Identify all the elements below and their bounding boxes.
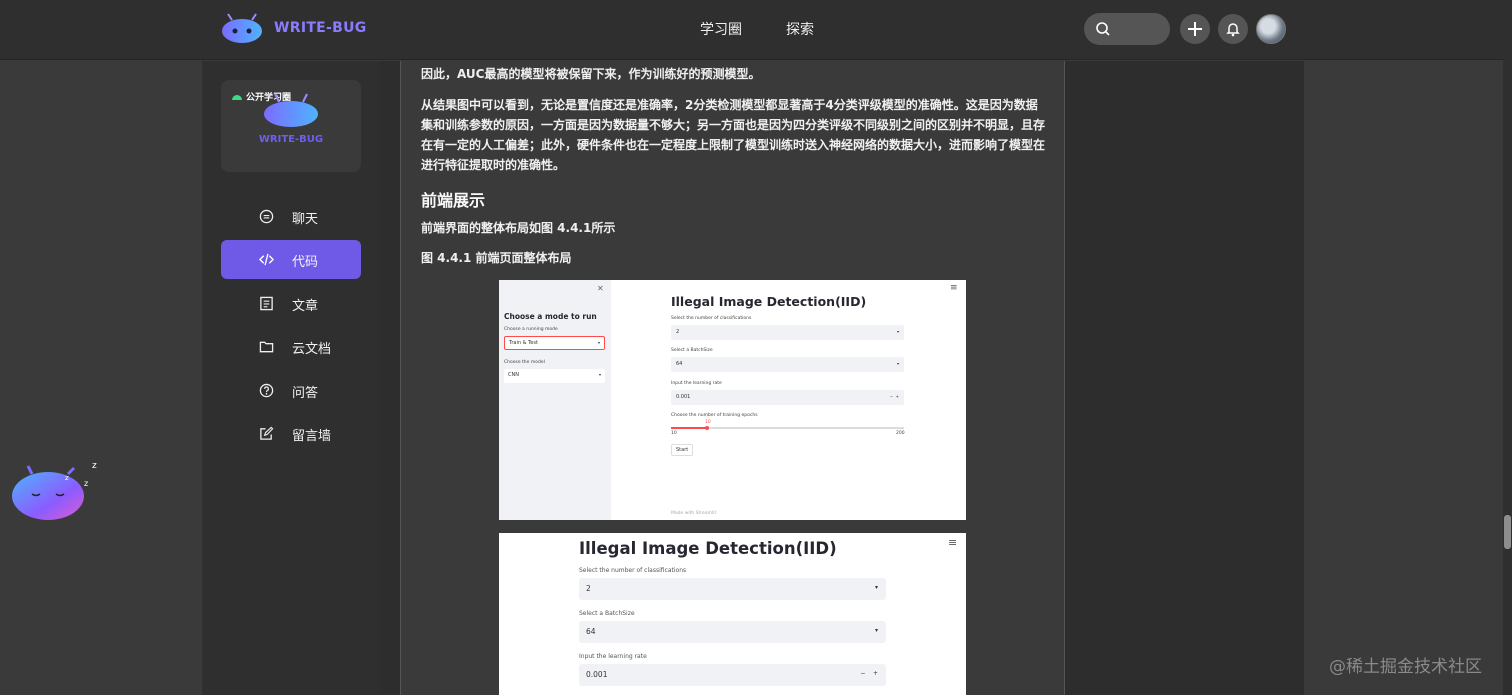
folder-icon xyxy=(259,341,274,353)
section-heading: 前端展示 xyxy=(421,191,486,210)
chat-icon xyxy=(259,209,274,224)
logo-text: WRITE-BUG xyxy=(274,20,367,36)
class-label: Select the number of classifications xyxy=(671,316,752,321)
add-button[interactable] xyxy=(1180,14,1210,44)
sidebar-item-code[interactable]: 代码 xyxy=(221,240,361,280)
batch-select-value: 64 xyxy=(676,361,683,367)
lr-label: Input the learning rate xyxy=(579,653,647,660)
sleeping-mascot-icon[interactable]: z z z xyxy=(10,456,105,526)
svg-text:z: z xyxy=(65,474,69,482)
figure-image-2: ≡ Illegal Image Detection(IID) Select th… xyxy=(499,533,966,695)
chevron-down-icon: ▾ xyxy=(896,329,899,334)
figure-image-1: ✕ Choose a mode to run Choose a running … xyxy=(499,280,966,520)
stepper-icon: − + xyxy=(860,670,878,677)
close-icon: ✕ xyxy=(597,284,604,293)
watermark: @稀土掘金技术社区 xyxy=(1329,657,1482,677)
nav-explore[interactable]: 探索 xyxy=(786,19,814,39)
epoch-label: Choose the number of training epochs xyxy=(671,413,758,418)
lr-input: 0.001 − + xyxy=(579,664,886,686)
epoch-value: 10 xyxy=(705,420,711,425)
sidebar-title: Choose a mode to run xyxy=(504,312,597,321)
sidebar-item-cloud-docs[interactable]: 云文档 xyxy=(221,327,361,366)
edit-icon xyxy=(260,426,274,440)
batch-select: 64 ▾ xyxy=(579,621,886,643)
chevron-down-icon: ▾ xyxy=(597,340,600,345)
mascot-icon xyxy=(264,93,318,127)
model-select: CNN ▾ xyxy=(504,369,605,383)
epoch-slider-fill xyxy=(671,427,707,429)
stepper-icon: − + xyxy=(889,394,899,399)
sidebar-item-label: 问答 xyxy=(292,385,319,401)
article-content: 因此，AUC最高的模型将被保留下来，作为训练好的预测模型。 从结果图中可以看到，… xyxy=(400,61,1065,695)
lr-input-value: 0.001 xyxy=(676,394,691,400)
batch-select-value: 64 xyxy=(586,627,596,636)
android-icon xyxy=(232,95,242,100)
epoch-slider-knob xyxy=(705,426,709,430)
sidebar-item-qa[interactable]: 问答 xyxy=(221,371,361,410)
sidebar-item-chat[interactable]: 聊天 xyxy=(221,197,361,236)
nav-learning-circle[interactable]: 学习圈 xyxy=(700,19,742,39)
site-logo[interactable]: WRITE-BUG xyxy=(220,12,367,44)
class-select: 2 ▾ xyxy=(671,325,904,340)
svg-text:z: z xyxy=(92,461,97,471)
sidebar-item-articles[interactable]: 文章 xyxy=(221,284,361,323)
batch-select: 64 ▾ xyxy=(671,357,904,372)
sidebar-item-label: 云文档 xyxy=(292,342,332,358)
epoch-min: 10 xyxy=(671,431,677,436)
model-label: Choose the model xyxy=(504,360,545,365)
sidebar-menu: 聊天 代码 文章 云文档 问答 留言墙 xyxy=(221,197,361,457)
sidebar-item-label: 留言墙 xyxy=(292,428,332,444)
class-select: 2 ▾ xyxy=(579,578,886,600)
scrollbar-thumb[interactable] xyxy=(1504,515,1511,549)
app-title: Illegal Image Detection(IID) xyxy=(671,294,867,309)
epoch-max: 200 xyxy=(896,431,905,436)
main-nav: 学习圈 探索 xyxy=(700,19,814,39)
app-title: Illegal Image Detection(IID) xyxy=(579,539,837,558)
paragraph: 前端界面的整体布局如图 4.4.1所示 xyxy=(421,221,616,235)
page-scrollbar[interactable] xyxy=(1503,0,1512,695)
menu-icon: ≡ xyxy=(948,536,958,549)
sidebar-item-message-wall[interactable]: 留言墙 xyxy=(221,414,361,453)
lr-input-value: 0.001 xyxy=(586,670,608,679)
streamlit-sidebar: ✕ Choose a mode to run Choose a running … xyxy=(499,280,611,520)
model-select-value: CNN xyxy=(508,372,519,378)
code-icon xyxy=(259,254,274,266)
mascot-logo-icon xyxy=(222,13,262,43)
batch-label: Select a BatchSize xyxy=(579,610,635,617)
chevron-down-icon: ▾ xyxy=(874,627,878,634)
chevron-down-icon: ▾ xyxy=(598,372,601,377)
mode-label: Choose a running mode xyxy=(504,327,558,332)
class-select-value: 2 xyxy=(586,584,591,593)
lr-input: 0.001 − + xyxy=(671,390,904,405)
bell-icon xyxy=(1226,23,1240,37)
chevron-down-icon: ▾ xyxy=(874,584,878,591)
sidebar-item-label: 聊天 xyxy=(292,212,319,227)
start-button: Start xyxy=(671,444,694,456)
question-icon xyxy=(259,383,274,397)
mode-select-value: Train & Test xyxy=(509,340,538,346)
sidebar-item-label: 代码 xyxy=(292,255,319,271)
circle-card-brand: WRITE-BUG xyxy=(258,134,324,145)
figure-caption: 图 4.4.1 前端页面整体布局 xyxy=(421,251,572,265)
streamlit-footer: Made with Streamlit xyxy=(671,511,717,516)
search-button[interactable] xyxy=(1084,13,1170,45)
circle-card[interactable]: 公开学习圈 WRITE-BUG xyxy=(221,80,361,172)
top-navbar: WRITE-BUG 学习圈 探索 xyxy=(0,0,1512,60)
paragraph: 因此，AUC最高的模型将被保留下来，作为训练好的预测模型。 xyxy=(421,67,761,81)
mode-select: Train & Test ▾ xyxy=(504,336,605,350)
menu-icon: ≡ xyxy=(950,283,958,293)
svg-text:z: z xyxy=(84,479,88,488)
class-select-value: 2 xyxy=(676,329,680,335)
lr-label: Input the learning rate xyxy=(671,381,722,386)
article-icon xyxy=(260,296,273,311)
plus-icon xyxy=(1188,22,1202,36)
class-label: Select the number of classifications xyxy=(579,567,687,574)
user-avatar[interactable] xyxy=(1256,14,1286,44)
sidebar-item-label: 文章 xyxy=(292,298,319,314)
search-icon xyxy=(1096,22,1110,36)
chevron-down-icon: ▾ xyxy=(896,361,899,366)
paragraph: 从结果图中可以看到，无论是置信度还是准确率，2分类检测模型都显著高于4分类评级模… xyxy=(421,98,1046,172)
batch-label: Select a BatchSize xyxy=(671,348,713,353)
notifications-button[interactable] xyxy=(1218,14,1248,44)
